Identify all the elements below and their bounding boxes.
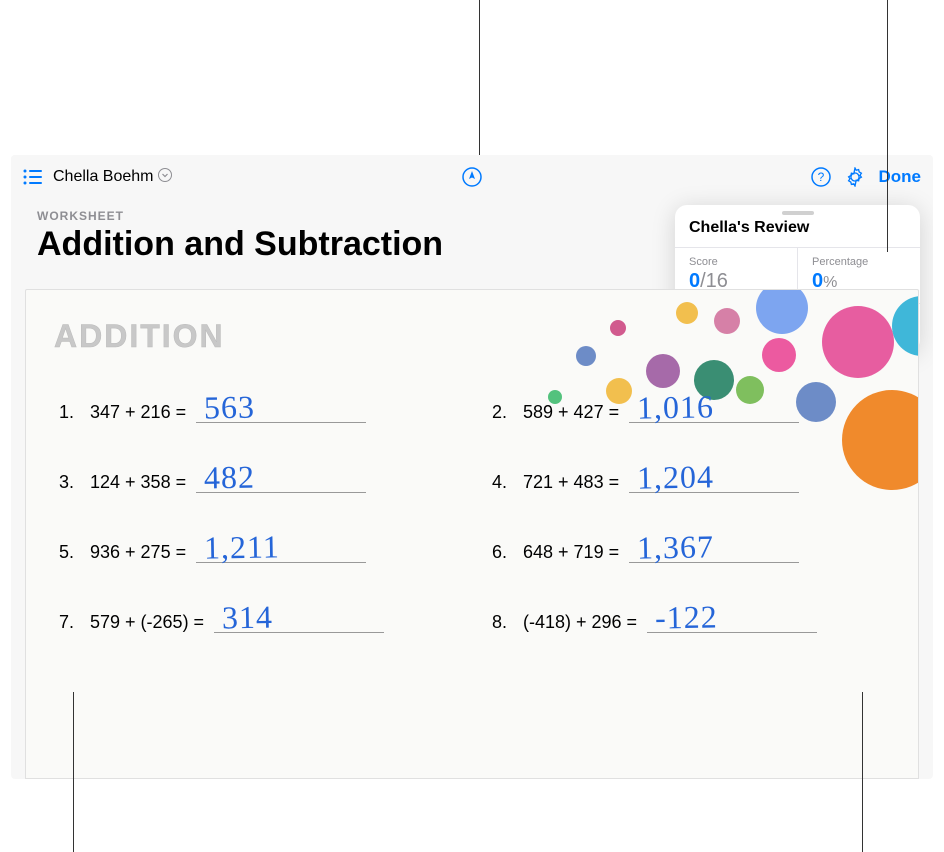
problem-expression: 589 + 427 = [523, 402, 619, 423]
section-title: ADDITION [54, 318, 890, 355]
answer-field[interactable]: 1,204 [629, 465, 799, 493]
answer-field[interactable]: 563 [196, 395, 366, 423]
problem-row: 2. 589 + 427 = 1,016 [487, 395, 890, 423]
handwritten-answer: 1,204 [637, 458, 715, 496]
score-label: Score [689, 256, 783, 268]
toolbar-left: Chella Boehm [23, 168, 172, 187]
decorative-dot [646, 354, 680, 388]
callout-line-bottom-left [73, 692, 74, 852]
student-selector[interactable]: Chella Boehm [53, 168, 172, 187]
callout-line-top-right [887, 0, 888, 252]
problem-number: 4. [487, 472, 507, 493]
problem-expression: 579 + (-265) = [90, 612, 204, 633]
worksheet-header: WORKSHEET Addition and Subtraction [37, 209, 443, 264]
problem-row: 7. 579 + (-265) = 314 [54, 605, 457, 633]
student-name: Chella Boehm [53, 168, 154, 186]
worksheet-body: ADDITION 1. 347 + 216 = 563 2. 589 + 427 = 1,… [25, 289, 919, 779]
worksheet-title: Addition and Subtraction [37, 225, 443, 264]
chevron-down-icon [158, 168, 172, 187]
answer-field[interactable]: 1,211 [196, 535, 366, 563]
problem-row: 6. 648 + 719 = 1,367 [487, 535, 890, 563]
answer-field[interactable]: -122 [647, 605, 817, 633]
list-icon[interactable] [23, 169, 43, 185]
problem-expression: 648 + 719 = [523, 542, 619, 563]
problem-expression: (-418) + 296 = [523, 612, 637, 633]
problem-number: 3. [54, 472, 74, 493]
problem-row: 4. 721 + 483 = 1,204 [487, 465, 890, 493]
handwritten-answer: 1,367 [637, 528, 715, 566]
answer-field[interactable]: 1,367 [629, 535, 799, 563]
answer-field[interactable]: 314 [214, 605, 384, 633]
handwritten-answer: 1,211 [204, 528, 280, 566]
toolbar: Chella Boehm ? Done [11, 155, 933, 199]
problem-number: 2. [487, 402, 507, 423]
toolbar-right: ? Done [811, 167, 922, 187]
done-button[interactable]: Done [879, 167, 922, 187]
handwritten-answer: 563 [204, 389, 256, 427]
callout-line-top-center [479, 0, 480, 155]
markup-tool-button[interactable] [462, 167, 482, 187]
percentage-label: Percentage [812, 256, 906, 268]
problem-row: 8. (-418) + 296 = -122 [487, 605, 890, 633]
problem-expression: 124 + 358 = [90, 472, 186, 493]
problem-number: 1. [54, 402, 74, 423]
help-icon[interactable]: ? [811, 167, 831, 187]
app-window: Chella Boehm ? Done WORKSHEET Addition a… [11, 155, 933, 779]
problem-row: 5. 936 + 275 = 1,211 [54, 535, 457, 563]
problem-row: 1. 347 + 216 = 563 [54, 395, 457, 423]
svg-text:?: ? [817, 170, 824, 184]
handwritten-answer: 1,016 [637, 388, 715, 426]
problem-number: 8. [487, 612, 507, 633]
review-title: Chella's Review [675, 219, 920, 247]
panel-grabber[interactable] [782, 211, 814, 215]
handwritten-answer: 314 [222, 599, 274, 637]
problem-number: 6. [487, 542, 507, 563]
problem-expression: 721 + 483 = [523, 472, 619, 493]
answer-field[interactable]: 1,016 [629, 395, 799, 423]
problem-expression: 936 + 275 = [90, 542, 186, 563]
gear-icon[interactable] [845, 167, 865, 187]
handwritten-answer: 482 [204, 459, 256, 497]
problem-number: 5. [54, 542, 74, 563]
callout-line-bottom-right [862, 692, 863, 852]
problem-row: 3. 124 + 358 = 482 [54, 465, 457, 493]
problem-number: 7. [54, 612, 74, 633]
decorative-dot [918, 360, 919, 428]
problems-grid: 1. 347 + 216 = 563 2. 589 + 427 = 1,016 3. 124 … [54, 395, 890, 633]
worksheet-label: WORKSHEET [37, 209, 443, 223]
decorative-dot [892, 296, 919, 356]
handwritten-answer: -122 [655, 598, 718, 636]
answer-field[interactable]: 482 [196, 465, 366, 493]
problem-expression: 347 + 216 = [90, 402, 186, 423]
